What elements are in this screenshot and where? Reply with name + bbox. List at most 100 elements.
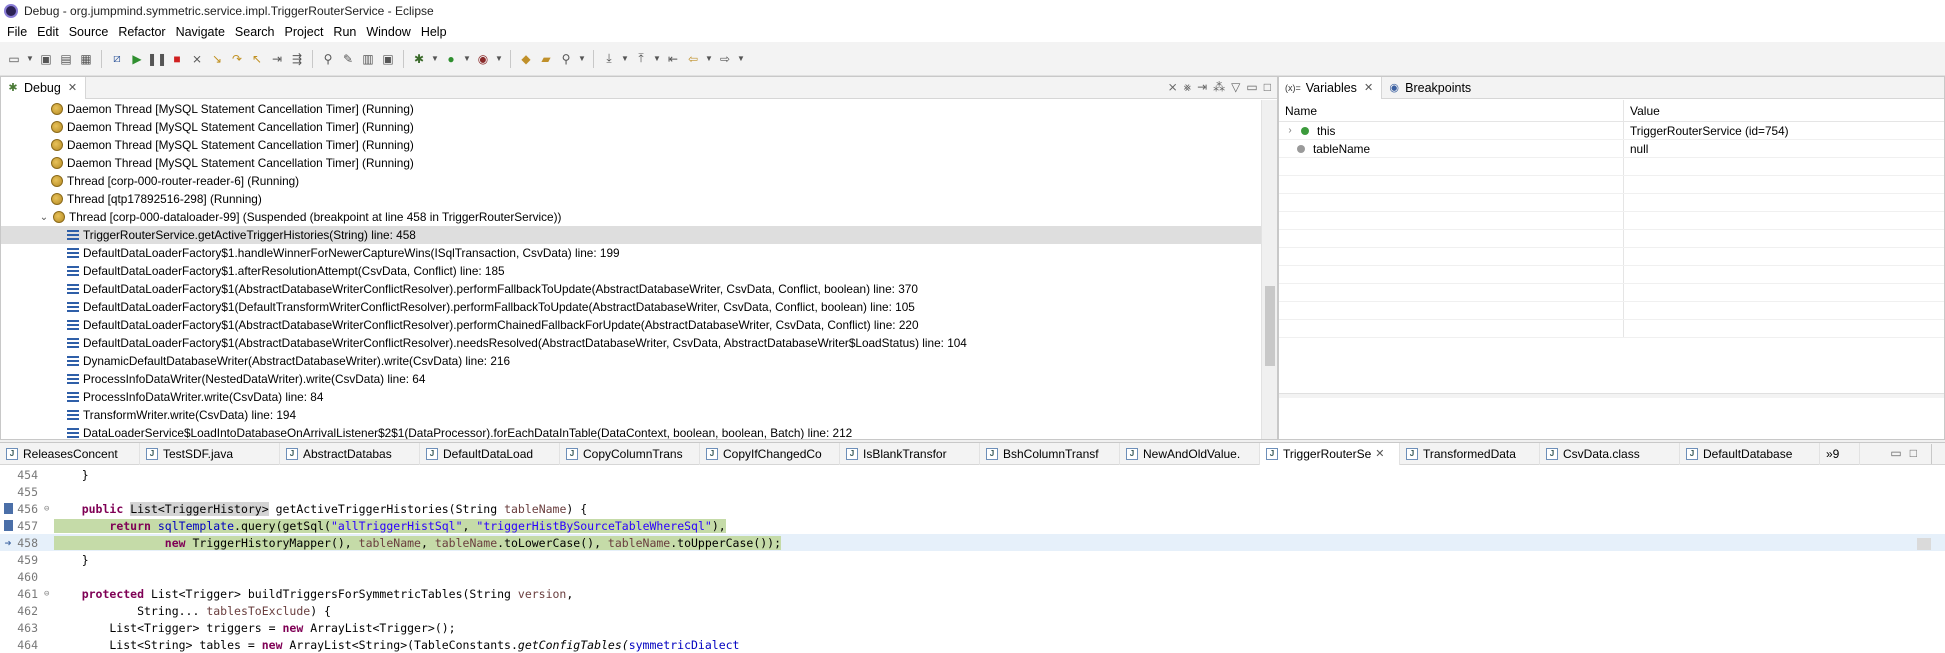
chevron-down-icon[interactable]: ⌄ xyxy=(37,212,51,223)
last-edit-icon[interactable]: ⇤ xyxy=(665,51,681,67)
forward-icon[interactable]: ⇨ xyxy=(717,51,733,67)
toggle-icon[interactable]: ▣ xyxy=(380,51,396,67)
step-into-selection-icon[interactable]: ⇥ xyxy=(1197,80,1207,95)
editor-tab[interactable]: J BshColumnTransf xyxy=(980,442,1120,465)
display-icon[interactable]: ✎ xyxy=(340,51,356,67)
suspended-thread-row[interactable]: ⌄ Thread [corp-000-dataloader-99] (Suspen… xyxy=(1,208,1261,226)
drop-to-frame-icon[interactable]: ⇥ xyxy=(269,51,285,67)
chevron-down-icon[interactable]: ▼ xyxy=(495,51,503,67)
menu-run[interactable]: Run xyxy=(328,25,361,39)
tab-overflow-button[interactable]: »9 xyxy=(1820,442,1860,465)
editor-tab[interactable]: J AbstractDatabas xyxy=(280,442,420,465)
print-icon[interactable]: ▦ xyxy=(78,51,94,67)
stack-frame-row[interactable]: DefaultDataLoaderFactory$1(AbstractDatab… xyxy=(1,316,1261,334)
chevron-down-icon[interactable]: ▼ xyxy=(621,51,629,67)
back-icon[interactable]: ⇦ xyxy=(685,51,701,67)
tab-debug[interactable]: ✱ Debug ✕ xyxy=(1,76,87,99)
chevron-down-icon[interactable]: ▼ xyxy=(705,51,713,67)
thread-row[interactable]: Daemon Thread [MySQL Statement Cancellat… xyxy=(1,100,1261,118)
menu-refactor[interactable]: Refactor xyxy=(113,25,170,39)
thread-row[interactable]: Daemon Thread [MySQL Statement Cancellat… xyxy=(1,118,1261,136)
prev-annotation-icon[interactable]: ⤒ xyxy=(633,51,649,67)
remove-all-icon[interactable]: ⨳ xyxy=(1184,80,1191,95)
fold-icon[interactable]: ⊖ xyxy=(44,589,54,599)
thread-row[interactable]: Daemon Thread [MySQL Statement Cancellat… xyxy=(1,136,1261,154)
view-menu-icon[interactable]: ▽ xyxy=(1231,80,1240,95)
close-icon[interactable]: ✕ xyxy=(1364,81,1373,94)
minimized-view-stack[interactable] xyxy=(1931,444,1945,464)
editor-tab[interactable]: J ReleasesConcent xyxy=(0,442,140,465)
editor-tab[interactable]: J DefaultDataLoad xyxy=(420,442,560,465)
chevron-right-icon[interactable]: › xyxy=(1283,125,1297,136)
scrollbar-thumb[interactable] xyxy=(1265,286,1275,366)
thread-row[interactable]: Thread [corp-000-router-reader-6] (Runni… xyxy=(1,172,1261,190)
maximize-icon[interactable]: □ xyxy=(1264,80,1271,95)
tab-variables[interactable]: (x)= Variables ✕ xyxy=(1279,76,1383,99)
close-icon[interactable]: ✕ xyxy=(1375,447,1384,460)
menu-window[interactable]: Window xyxy=(361,25,415,39)
menu-edit[interactable]: Edit xyxy=(32,25,64,39)
variable-row[interactable]: tableName null xyxy=(1279,140,1944,158)
new-icon[interactable]: ▭ xyxy=(6,51,22,67)
editor-tab-active[interactable]: J TriggerRouterSe ✕ xyxy=(1260,442,1400,465)
debug-vertical-scrollbar[interactable] xyxy=(1261,100,1277,439)
minimize-icon[interactable]: ▭ xyxy=(1246,80,1257,95)
step-over-icon[interactable]: ↷ xyxy=(229,51,245,67)
chevron-down-icon[interactable]: ▼ xyxy=(653,51,661,67)
save-icon[interactable]: ▣ xyxy=(38,51,54,67)
stack-frame-row[interactable]: DataLoaderService$LoadIntoDatabaseOnArri… xyxy=(1,424,1261,439)
next-annotation-icon[interactable]: ⤓ xyxy=(601,51,617,67)
detail-pane-sash[interactable] xyxy=(1279,393,1944,398)
column-header-value[interactable]: Value xyxy=(1624,100,1944,121)
editor-tab[interactable]: J CopyColumnTrans xyxy=(560,442,700,465)
chevron-down-icon[interactable]: ▼ xyxy=(431,51,439,67)
stack-frame-row[interactable]: DefaultDataLoaderFactory$1(AbstractDatab… xyxy=(1,334,1261,352)
column-header-name[interactable]: Name xyxy=(1279,100,1624,121)
stack-frame-row[interactable]: DynamicDefaultDatabaseWriter(AbstractDat… xyxy=(1,352,1261,370)
save-all-icon[interactable]: ▤ xyxy=(58,51,74,67)
use-step-filters-icon[interactable]: ⇶ xyxy=(289,51,305,67)
breakpoint-marker-icon[interactable] xyxy=(3,520,13,531)
menu-navigate[interactable]: Navigate xyxy=(171,25,230,39)
search-icon[interactable]: ⚲ xyxy=(558,51,574,67)
menu-source[interactable]: Source xyxy=(64,25,114,39)
editor-tab[interactable]: J TransformedData xyxy=(1400,442,1540,465)
maximize-icon[interactable]: □ xyxy=(1910,446,1917,460)
inspect-icon[interactable]: ▥ xyxy=(360,51,376,67)
stack-frame-row[interactable]: DefaultDataLoaderFactory$1.handleWinnerF… xyxy=(1,244,1261,262)
menu-project[interactable]: Project xyxy=(280,25,329,39)
skip-breakpoints-icon[interactable]: ⧄ xyxy=(109,51,125,67)
overview-ruler-marker[interactable] xyxy=(1917,538,1931,550)
chevron-down-icon[interactable]: ▼ xyxy=(26,51,34,67)
breakpoint-marker-icon[interactable] xyxy=(3,503,13,514)
stack-frame-row[interactable]: DefaultDataLoaderFactory$1(AbstractDatab… xyxy=(1,280,1261,298)
terminate-icon[interactable]: ■ xyxy=(169,51,185,67)
open-type-icon[interactable]: ◆ xyxy=(518,51,534,67)
menu-search[interactable]: Search xyxy=(230,25,280,39)
editor-tab[interactable]: J DefaultDatabase xyxy=(1680,442,1820,465)
code-area[interactable]: 454 } 455 456 ⊖ public List<TriggerHistor… xyxy=(0,466,1945,653)
tab-breakpoints[interactable]: ◉ Breakpoints xyxy=(1382,77,1479,99)
stack-frame-row[interactable]: TransformWriter.write(CsvData) line: 194 xyxy=(1,406,1261,424)
watch-icon[interactable]: ⚲ xyxy=(320,51,336,67)
run-icon[interactable]: ● xyxy=(443,51,459,67)
stack-frame-row[interactable]: TriggerRouterService.getActiveTriggerHis… xyxy=(1,226,1261,244)
debug-icon[interactable]: ✱ xyxy=(411,51,427,67)
resume-icon[interactable]: ▶ xyxy=(129,51,145,67)
stack-frame-row[interactable]: DefaultDataLoaderFactory$1.afterResoluti… xyxy=(1,262,1261,280)
stack-frame-row[interactable]: DefaultDataLoaderFactory$1(DefaultTransf… xyxy=(1,298,1261,316)
editor-tab[interactable]: J IsBlankTransfor xyxy=(840,442,980,465)
variable-row[interactable]: › this TriggerRouterService (id=754) xyxy=(1279,122,1944,140)
thread-row[interactable]: Thread [qtp17892516-298] (Running) xyxy=(1,190,1261,208)
menu-help[interactable]: Help xyxy=(416,25,452,39)
editor-tab[interactable]: J CopyIfChangedCo xyxy=(700,442,840,465)
chevron-down-icon[interactable]: ▼ xyxy=(737,51,745,67)
minimize-icon[interactable]: ▭ xyxy=(1890,446,1901,460)
stack-frame-row[interactable]: ProcessInfoDataWriter(NestedDataWriter).… xyxy=(1,370,1261,388)
collapse-icon[interactable]: ⁂ xyxy=(1213,80,1225,95)
thread-row[interactable]: Daemon Thread [MySQL Statement Cancellat… xyxy=(1,154,1261,172)
fold-icon[interactable]: ⊖ xyxy=(44,504,54,514)
coverage-icon[interactable]: ◉ xyxy=(475,51,491,67)
open-folder-icon[interactable]: ▰ xyxy=(538,51,554,67)
editor-tab[interactable]: J CsvData.class xyxy=(1540,442,1680,465)
